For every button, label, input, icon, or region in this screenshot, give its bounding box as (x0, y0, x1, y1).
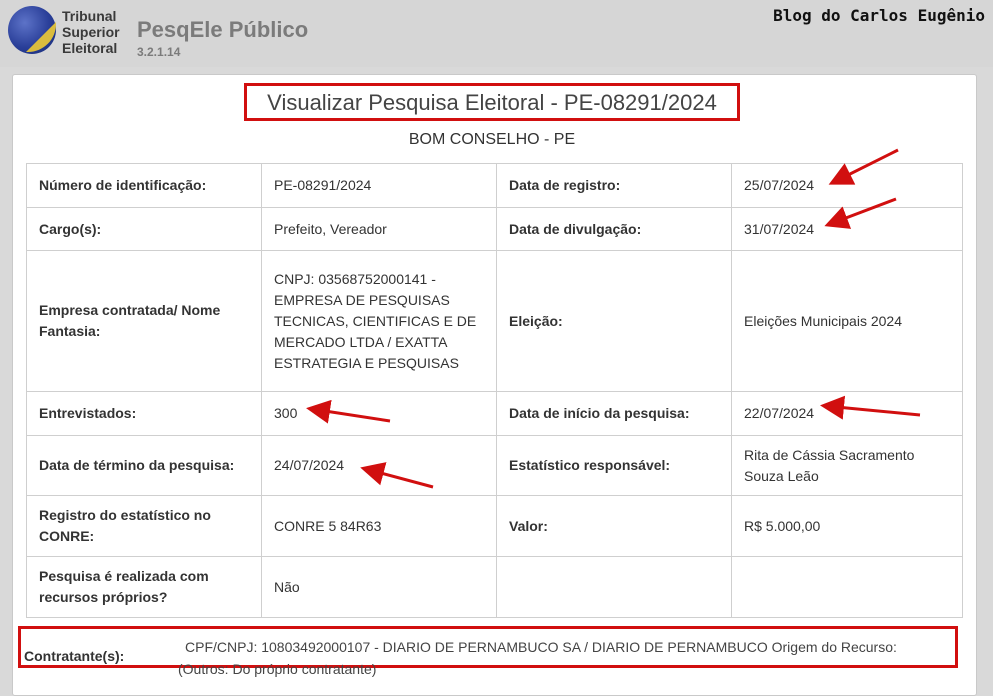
termino-label: Data de término da pesquisa: (26, 435, 262, 496)
inicio-value: 22/07/2024 (731, 391, 963, 436)
recursos-value: Não (261, 556, 497, 618)
empresa-label: Empresa contratada/ Nome Fantasia: (26, 250, 262, 392)
empresa-value: CNPJ: 03568752000141 - EMPRESA DE PESQUI… (261, 250, 497, 392)
table-row: Data de término da pesquisa: 24/07/2024 … (26, 435, 963, 496)
page-subtitle: BOM CONSELHO - PE (408, 131, 576, 148)
divulgacao-value: 31/07/2024 (731, 207, 963, 251)
cargo-value: Prefeito, Vereador (261, 207, 497, 251)
cargo-label: Cargo(s): (26, 207, 262, 251)
inicio-label: Data de início da pesquisa: (496, 391, 732, 436)
registro-label: Data de registro: (496, 163, 732, 208)
eleicao-value: Eleições Municipais 2024 (731, 250, 963, 392)
table-row: Cargo(s): Prefeito, Vereador Data de div… (26, 207, 963, 251)
estatistico-value: Rita de Cássia Sacramento Souza Leão (731, 435, 963, 496)
logo-line-1: Tribunal (62, 8, 117, 24)
empty-cell (731, 556, 963, 618)
contratante-label: Contratante(s): (24, 648, 125, 664)
registro-value: 25/07/2024 (731, 163, 963, 208)
estatistico-label: Estatístico responsável: (496, 435, 732, 496)
conre-value: CONRE 5 84R63 (261, 495, 497, 557)
app-version: 3.2.1.14 (137, 45, 181, 59)
eleicao-label: Eleição: (496, 250, 732, 392)
entrevistados-label: Entrevistados: (26, 391, 262, 436)
table-row: Registro do estatístico no CONRE: CONRE … (26, 495, 963, 557)
tse-logo-text: Tribunal Superior Eleitoral (62, 8, 120, 56)
logo-line-2: Superior (62, 24, 120, 40)
app-header: Tribunal Superior Eleitoral PesqEle Públ… (0, 0, 993, 67)
survey-details-table: Número de identificação: PE-08291/2024 D… (26, 163, 963, 618)
numero-label: Número de identificação: (26, 163, 262, 208)
recursos-label: Pesquisa é realizada com recursos própri… (26, 556, 262, 618)
entrevistados-value: 300 (261, 391, 497, 436)
termino-value: 24/07/2024 (261, 435, 497, 496)
valor-value: R$ 5.000,00 (731, 495, 963, 557)
table-row: Número de identificação: PE-08291/2024 D… (26, 163, 963, 208)
conre-label: Registro do estatístico no CONRE: (26, 495, 262, 557)
page-title: Visualizar Pesquisa Eleitoral - PE-08291… (267, 90, 717, 115)
contratante-value: CPF/CNPJ: 10803492000107 - DIARIO DE PER… (185, 639, 897, 655)
table-row: Empresa contratada/ Nome Fantasia: CNPJ:… (26, 250, 963, 392)
valor-label: Valor: (496, 495, 732, 557)
contratante-origem: (Outros: Do próprio contratante) (178, 661, 377, 677)
app-title: PesqEle Público (137, 17, 309, 42)
tse-logo-icon (8, 6, 56, 54)
table-row: Pesquisa é realizada com recursos própri… (26, 556, 963, 618)
empty-cell (496, 556, 732, 618)
table-row: Entrevistados: 300 Data de início da pes… (26, 391, 963, 436)
numero-value: PE-08291/2024 (261, 163, 497, 208)
logo-line-3: Eleitoral (62, 40, 118, 56)
divulgacao-label: Data de divulgação: (496, 207, 732, 251)
blog-watermark: Blog do Carlos Eugênio (773, 6, 985, 25)
